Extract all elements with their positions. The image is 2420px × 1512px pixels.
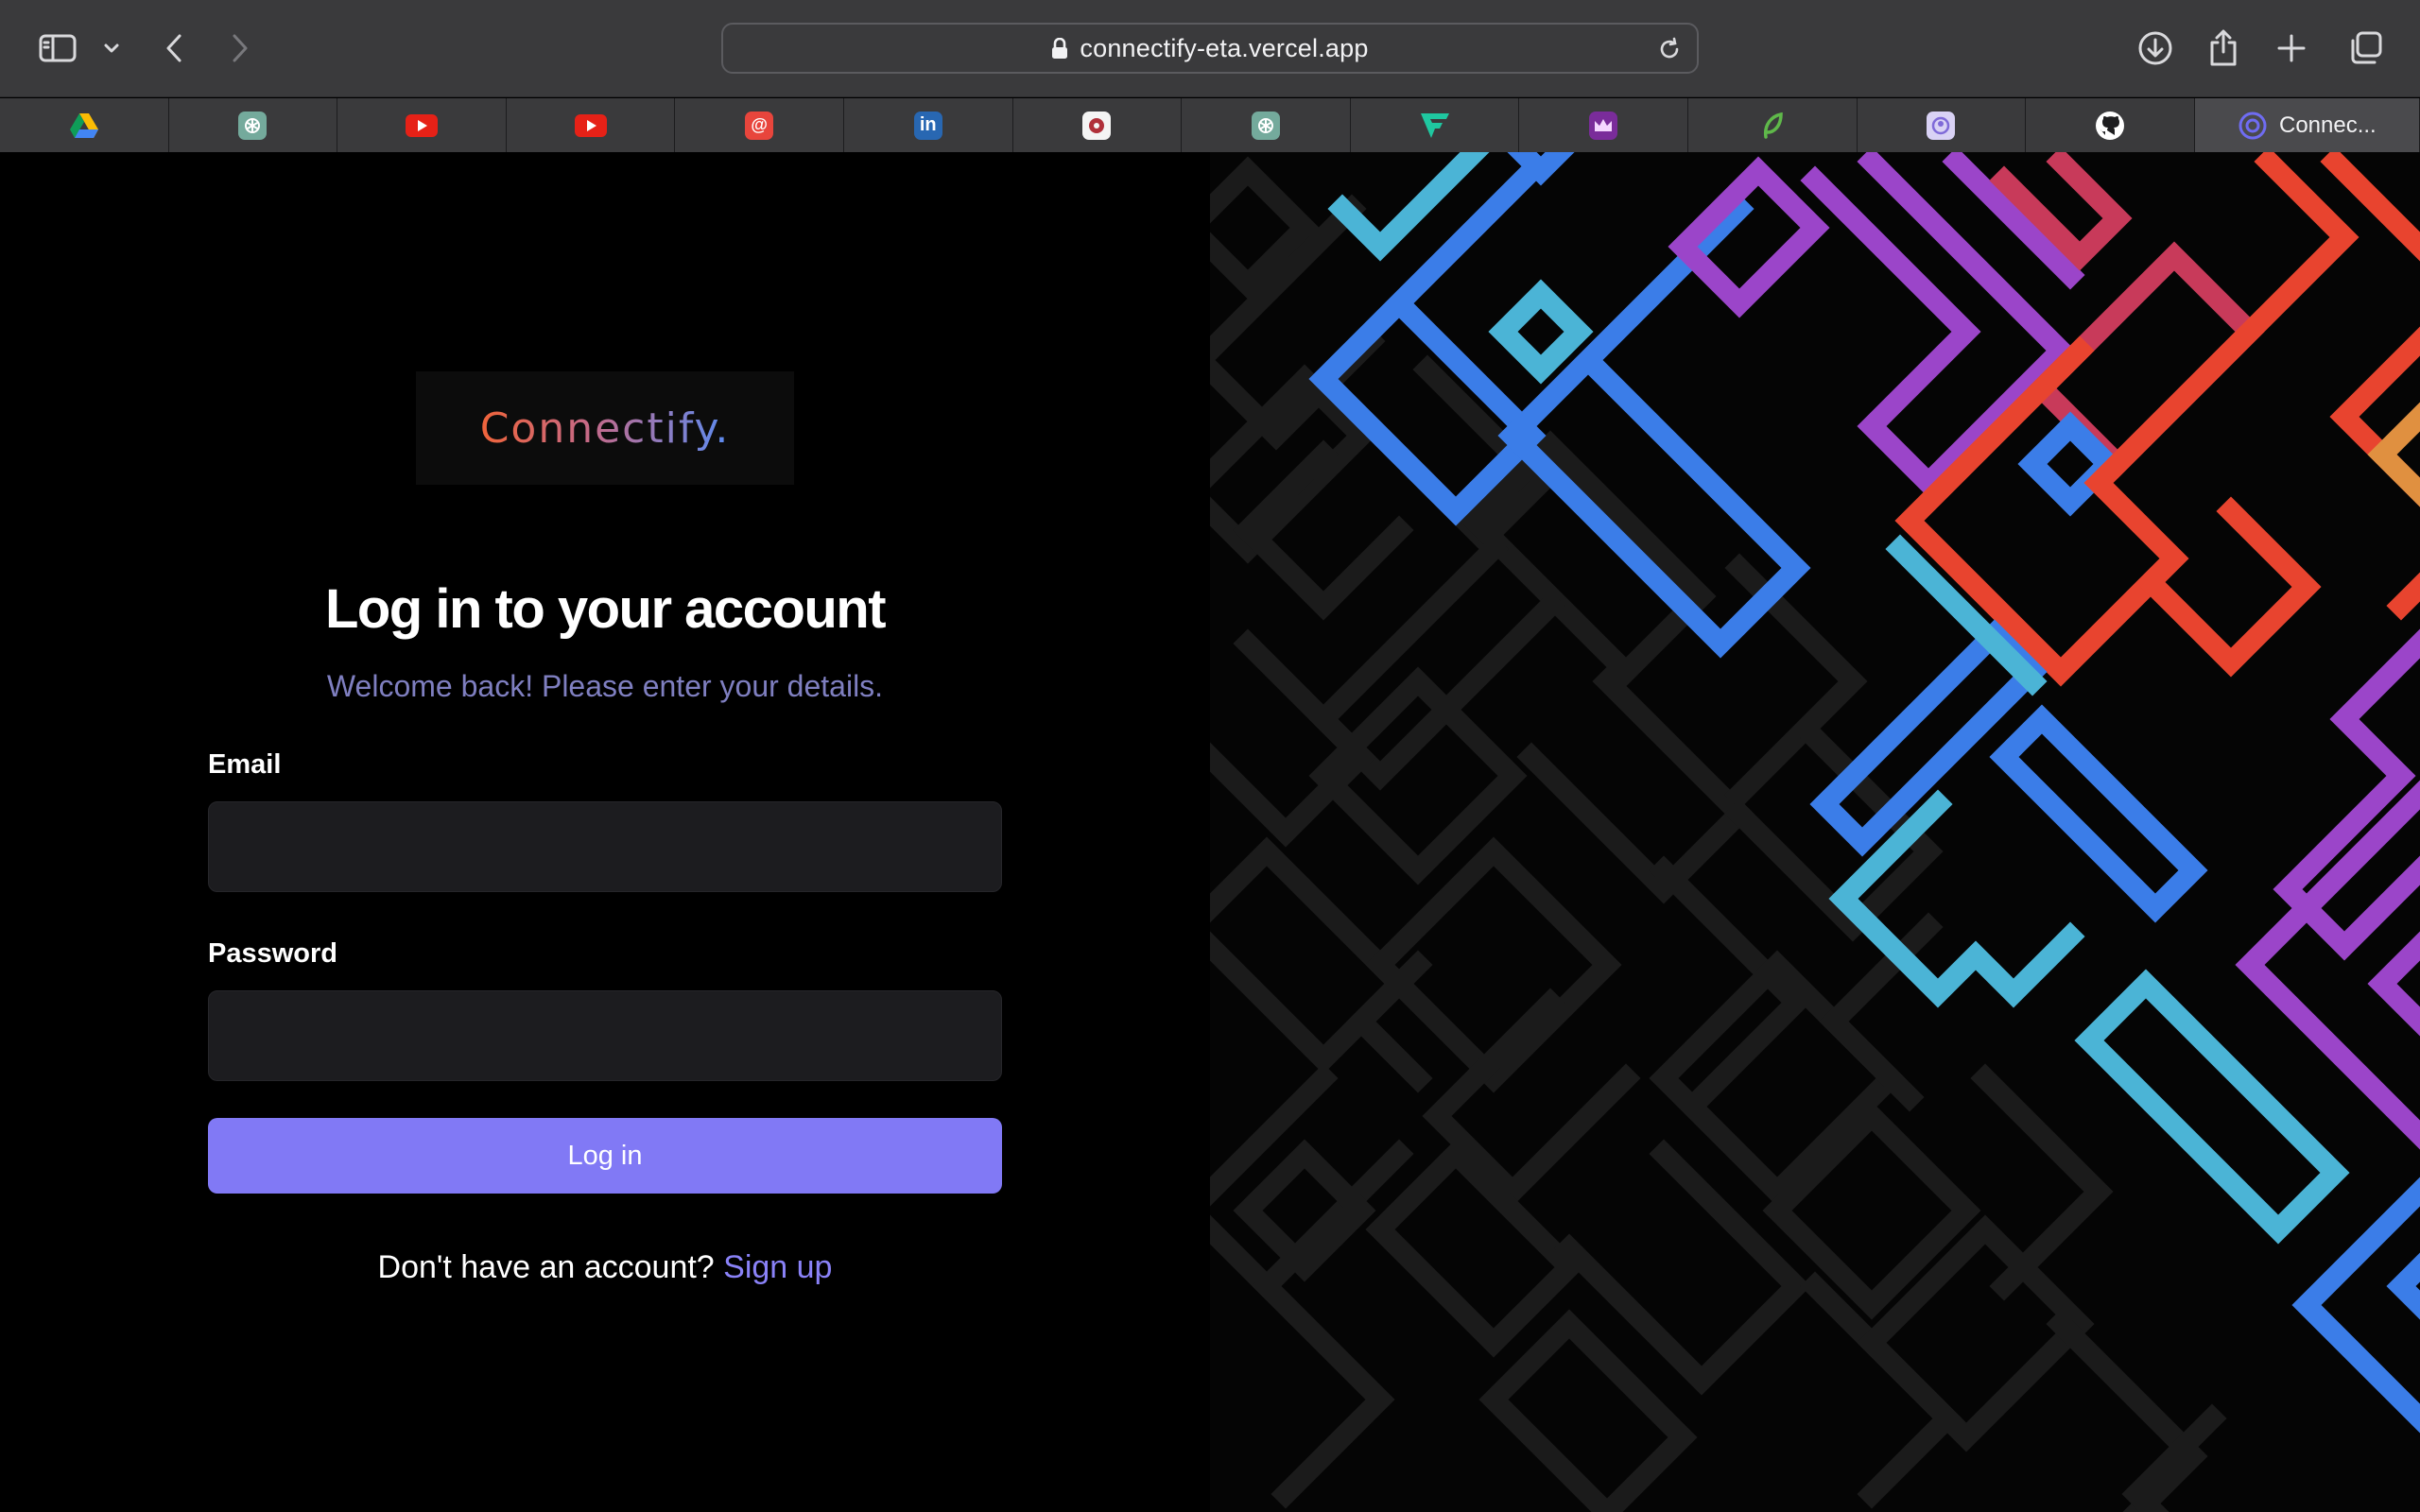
signup-link[interactable]: Sign up — [723, 1249, 832, 1285]
connectify-icon — [2238, 112, 2267, 139]
leaf-icon — [1763, 112, 1783, 139]
tab-connectify-active[interactable]: Connec... — [2194, 98, 2420, 152]
forward-icon[interactable] — [225, 26, 255, 70]
tab-youtube-2[interactable] — [506, 98, 676, 152]
login-panel: Connectify. Log in to your account Welco… — [0, 152, 1210, 1512]
tab-leaf-app[interactable] — [1687, 98, 1858, 152]
password-field[interactable] — [208, 990, 1002, 1081]
lock-icon — [1051, 37, 1068, 59]
signup-row: Don't have an account? Sign up — [0, 1249, 1210, 1286]
tab-mail[interactable]: @ — [675, 98, 844, 152]
vercel-v-icon — [1420, 112, 1449, 138]
chatgpt-icon — [238, 111, 268, 140]
login-button[interactable]: Log in — [208, 1118, 1002, 1194]
email-field[interactable] — [208, 801, 1002, 892]
new-tab-icon[interactable] — [2273, 26, 2310, 70]
gear-badge-icon — [1082, 111, 1112, 140]
tab-linkedin[interactable]: in — [843, 98, 1013, 152]
mail-at-icon: @ — [745, 111, 774, 140]
youtube-icon — [405, 113, 438, 137]
download-icon[interactable] — [2135, 26, 2176, 70]
tab-google-drive[interactable] — [0, 98, 169, 152]
back-icon[interactable] — [159, 26, 189, 70]
maze-pattern-image — [1210, 152, 2420, 1512]
tab-crown-app[interactable] — [1519, 98, 1688, 152]
signup-prompt: Don't have an account? — [377, 1249, 715, 1285]
tab-github[interactable] — [2026, 98, 2195, 152]
google-drive-icon — [69, 112, 98, 138]
tab-chatgpt[interactable] — [168, 98, 338, 152]
reload-icon[interactable] — [1657, 37, 1682, 66]
youtube-icon — [574, 113, 607, 137]
logo-text: Connectify. — [479, 404, 731, 453]
tab-overview-icon[interactable] — [2344, 26, 2386, 70]
browser-toolbar: connectify-eta.vercel.app — [0, 0, 2420, 97]
url-text: connectify-eta.vercel.app — [1080, 33, 1369, 62]
logo: Connectify. — [416, 371, 794, 485]
tab-chatgpt-2[interactable] — [1182, 98, 1351, 152]
page-title: Log in to your account — [324, 578, 887, 640]
page-subtitle: Welcome back! Please enter your details. — [326, 669, 884, 703]
github-icon — [2095, 111, 2124, 140]
tab-bar: @ in Connec... — [0, 98, 2420, 152]
tab-gear-app[interactable] — [1012, 98, 1183, 152]
chevron-down-icon[interactable] — [98, 26, 125, 70]
tab-badge-app[interactable] — [1857, 98, 2027, 152]
password-label: Password — [208, 938, 337, 969]
page-content: Connectify. Log in to your account Welco… — [0, 152, 2420, 1512]
email-label: Email — [208, 749, 282, 780]
decorative-pattern — [1210, 152, 2420, 1512]
crown-icon — [1589, 111, 1618, 140]
address-bar[interactable]: connectify-eta.vercel.app — [721, 23, 1699, 74]
chatgpt-icon — [1251, 111, 1280, 140]
tab-youtube-1[interactable] — [337, 98, 507, 152]
sidebar-toggle-icon[interactable] — [34, 26, 81, 70]
app-badge-icon — [1927, 111, 1956, 140]
tab-vercel-app[interactable] — [1350, 98, 1520, 152]
linkedin-icon: in — [913, 111, 942, 140]
tab-label: Connec... — [2278, 112, 2377, 138]
share-icon[interactable] — [2204, 26, 2242, 70]
